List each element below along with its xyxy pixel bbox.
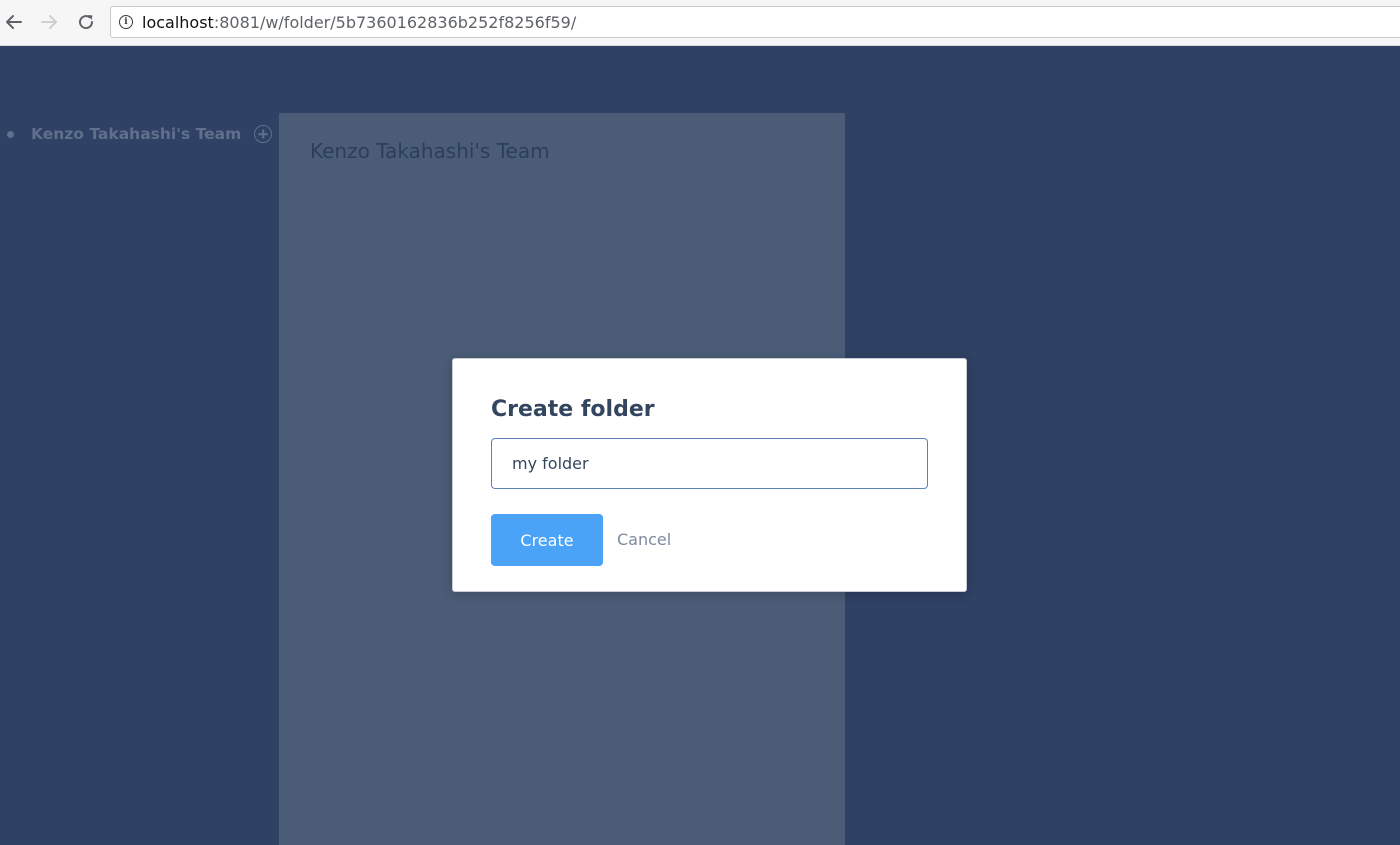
plus-circle-icon[interactable]: [254, 125, 273, 143]
address-bar[interactable]: i localhost:8081/w/folder/5b7360162836b2…: [110, 6, 1400, 38]
back-button[interactable]: [1, 9, 27, 35]
folder-name-input[interactable]: [491, 438, 928, 489]
url-host: localhost: [142, 12, 214, 32]
reload-icon: [79, 15, 94, 30]
bullet-icon: [7, 130, 14, 138]
dialog-title: Create folder: [491, 397, 655, 422]
forward-button[interactable]: [36, 9, 62, 35]
cancel-button[interactable]: Cancel: [617, 530, 671, 549]
url-text: localhost:8081/w/folder/5b7360162836b252…: [142, 13, 576, 32]
panel-title: Kenzo Takahashi's Team: [310, 139, 550, 163]
arrow-right-icon: [41, 15, 57, 29]
reload-button[interactable]: [73, 9, 99, 35]
create-button[interactable]: Create: [491, 514, 603, 566]
arrow-left-icon: [6, 15, 22, 29]
browser-toolbar: i localhost:8081/w/folder/5b7360162836b2…: [0, 0, 1400, 46]
url-path: :8081/w/folder/5b7360162836b252f8256f59/: [213, 12, 577, 32]
info-icon[interactable]: i: [119, 15, 133, 29]
create-folder-dialog: Create folder Create Cancel: [452, 358, 967, 592]
sidebar-team-item[interactable]: Kenzo Takahashi's Team: [0, 119, 278, 149]
sidebar-team-name: Kenzo Takahashi's Team: [31, 125, 242, 143]
